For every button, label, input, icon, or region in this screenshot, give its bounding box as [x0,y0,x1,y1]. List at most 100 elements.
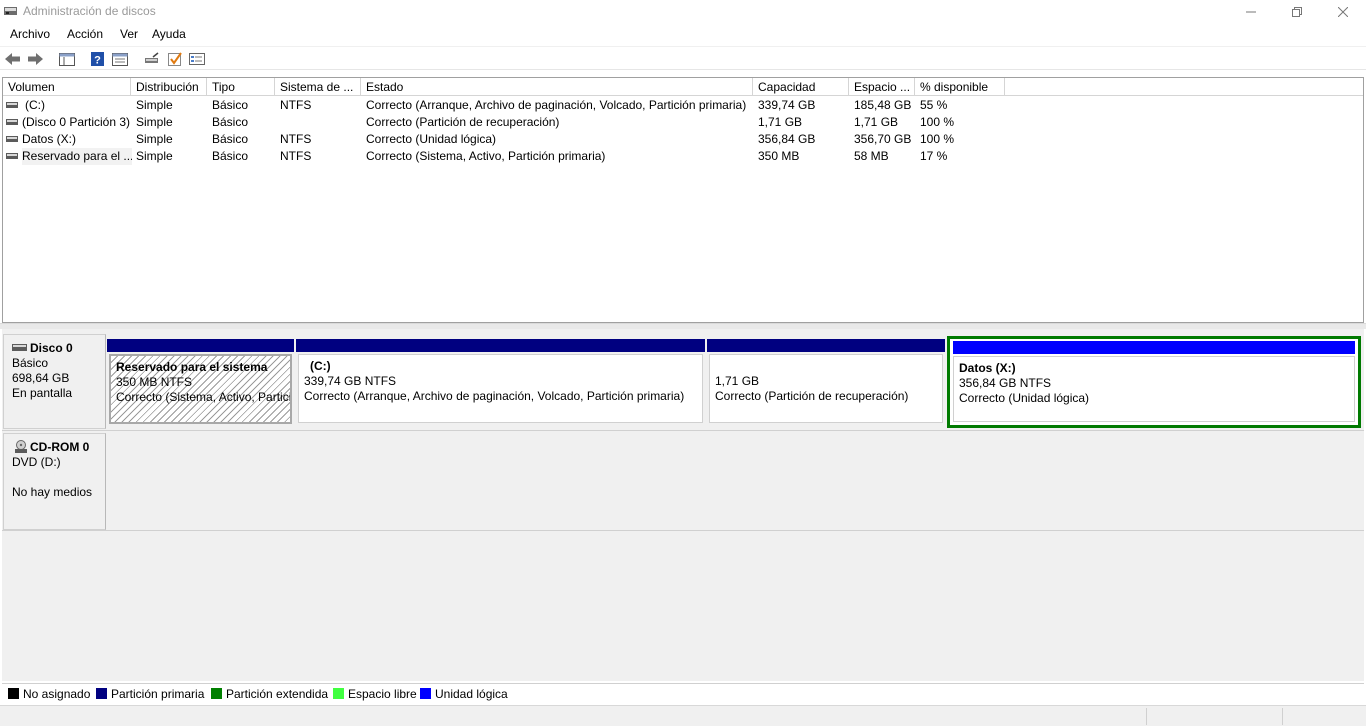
column-header-distribucion[interactable]: Distribución [131,78,207,96]
connect-disk-icon[interactable] [143,51,161,67]
toolbar: ? [0,46,1366,113]
cell-porcentaje: 55 % [920,98,948,112]
restore-icon [1292,7,1302,17]
cell-estado: Correcto (Sistema, Activo, Partición pri… [366,149,606,163]
menu-archivo[interactable]: Archivo [10,27,50,41]
cell-capacidad: 339,74 GB [758,98,816,112]
cell-porcentaje: 17 % [920,149,948,163]
help-icon[interactable]: ? [89,51,107,67]
disk-row-divider [2,430,1364,431]
partition-status: Correcto (Unidad lógica) [959,391,1090,405]
disk-management-app-icon [4,7,17,15]
cell-sistema-archivos: NTFS [280,98,312,112]
cell-capacidad: 350 MB [758,149,800,163]
partition-size: 350 MB NTFS [116,375,193,389]
partition-details: Reservado para el sistema 350 MB NTFS Co… [109,354,292,424]
volume-drive-icon [6,153,18,159]
legend-item: Partición primaria [96,687,204,701]
partition-status: Correcto (Sistema, Activo, Partici [116,390,292,404]
cell-espacio: 1,71 GB [854,115,899,129]
status-separator [1282,708,1283,725]
disk-status: No hay medios [12,485,93,499]
hard-disk-icon [12,344,27,351]
volume-list[interactable]: Volumen Distribución Tipo Sistema de ...… [2,77,1364,323]
forward-arrow-icon[interactable] [26,51,44,67]
partition-type-bar [296,339,705,352]
menu-ver[interactable]: Ver [120,27,138,41]
legend-item: Unidad lógica [420,687,508,701]
legend-swatch-espacio-libre [333,688,344,699]
status-bar [0,705,1366,726]
cell-espacio: 58 MB [854,149,889,163]
cell-estado: Correcto (Unidad lógica) [366,132,497,146]
disk-type: DVD (D:) [12,455,61,469]
cell-distribucion: Simple [136,132,173,146]
legend-swatch-particion-extendida [211,688,222,699]
column-header-tipo[interactable]: Tipo [207,78,275,96]
restore-button[interactable] [1274,0,1320,24]
table-row[interactable]: Reservado para el ... Simple Básico NTFS… [3,148,1003,165]
partition-details: (C:) 339,74 GB NTFS Correcto (Arranque, … [298,354,703,423]
cdrom-0-label[interactable]: CD-ROM 0 DVD (D:) No hay medios [3,433,106,530]
legend-swatch-unidad-logica [420,688,431,699]
legend-item: No asignado [8,687,90,701]
column-header-volumen[interactable]: Volumen [3,78,131,96]
minimize-icon [1246,11,1256,13]
partition-type-bar [953,341,1355,354]
settings-panel-icon[interactable] [188,51,206,67]
partition-recuperacion[interactable]: 1,71 GB Correcto (Partición de recuperac… [707,339,945,425]
partition-title: (C:) [310,359,331,373]
volume-list-header: Volumen Distribución Tipo Sistema de ...… [3,78,1363,96]
cell-estado: Correcto (Arranque, Archivo de paginació… [366,98,747,112]
partition-datos-x[interactable]: Datos (X:) 356,84 GB NTFS Correcto (Unid… [947,336,1361,428]
disk-0-label[interactable]: Disco 0 Básico 698,64 GB En pantalla [3,334,106,429]
cell-tipo: Básico [212,115,249,129]
disk-graphical-view: Disco 0 Básico 698,64 GB En pantalla Res… [2,329,1364,681]
partition-title: Datos (X:) [959,361,1016,375]
menu-ayuda[interactable]: Ayuda [152,27,186,41]
close-button[interactable] [1320,0,1366,24]
cell-sistema-archivos: NTFS [280,132,312,146]
table-row[interactable]: Datos (X:) Simple Básico NTFS Correcto (… [3,131,1003,148]
cell-sistema-archivos: NTFS [280,149,312,163]
partition-type-bar [707,339,945,352]
column-header-estado[interactable]: Estado [361,78,753,96]
cell-tipo: Básico [212,98,249,112]
menu-accion[interactable]: Acción [67,27,103,41]
legend: No asignado Partición primaria Partición… [2,683,1364,703]
partition-size: 1,71 GB [715,374,760,388]
partition-status: Correcto (Partición de recuperación) [715,389,909,403]
partition-details: Datos (X:) 356,84 GB NTFS Correcto (Unid… [953,356,1355,422]
disk-size [12,470,105,485]
partition-details: 1,71 GB Correcto (Partición de recuperac… [709,354,943,423]
cell-distribucion: Simple [136,115,173,129]
cell-distribucion: Simple [136,98,173,112]
table-row[interactable]: (C:) Simple Básico NTFS Correcto (Arranq… [3,97,1003,114]
column-header-sistema-de-archivos[interactable]: Sistema de ... [275,78,361,96]
console-view-icon[interactable] [58,51,76,67]
properties-list-icon[interactable] [111,51,129,67]
partition-type-bar [107,339,294,352]
back-arrow-icon[interactable] [4,51,22,67]
column-header-porcentaje-disponible[interactable]: % disponible [915,78,1005,96]
partition-reservado[interactable]: Reservado para el sistema 350 MB NTFS Co… [107,339,294,425]
disk-name: Disco 0 [30,341,73,355]
table-row[interactable]: (Disco 0 Partición 3) Simple Básico Corr… [3,114,1003,131]
close-icon [1338,7,1348,17]
cell-espacio: 356,70 GB [854,132,912,146]
partition-size: 356,84 GB NTFS [959,376,1052,390]
check-icon[interactable] [166,51,184,67]
disk-status: En pantalla [12,386,73,400]
column-header-capacidad[interactable]: Capacidad [753,78,849,96]
window-title: Administración de discos [23,4,156,18]
cell-tipo: Básico [212,149,249,163]
partition-c[interactable]: (C:) 339,74 GB NTFS Correcto (Arranque, … [296,339,705,425]
minimize-button[interactable] [1228,0,1274,24]
disk-row-divider [2,530,1364,531]
cell-porcentaje: 100 % [920,132,955,146]
column-header-espacio-disponible[interactable]: Espacio ... [849,78,915,96]
legend-swatch-no-asignado [8,688,19,699]
partition-title: Reservado para el sistema [116,360,268,374]
menu-bar: Archivo Acción Ver Ayuda [0,24,1366,45]
cell-volumen: Datos (X:) [22,132,77,146]
